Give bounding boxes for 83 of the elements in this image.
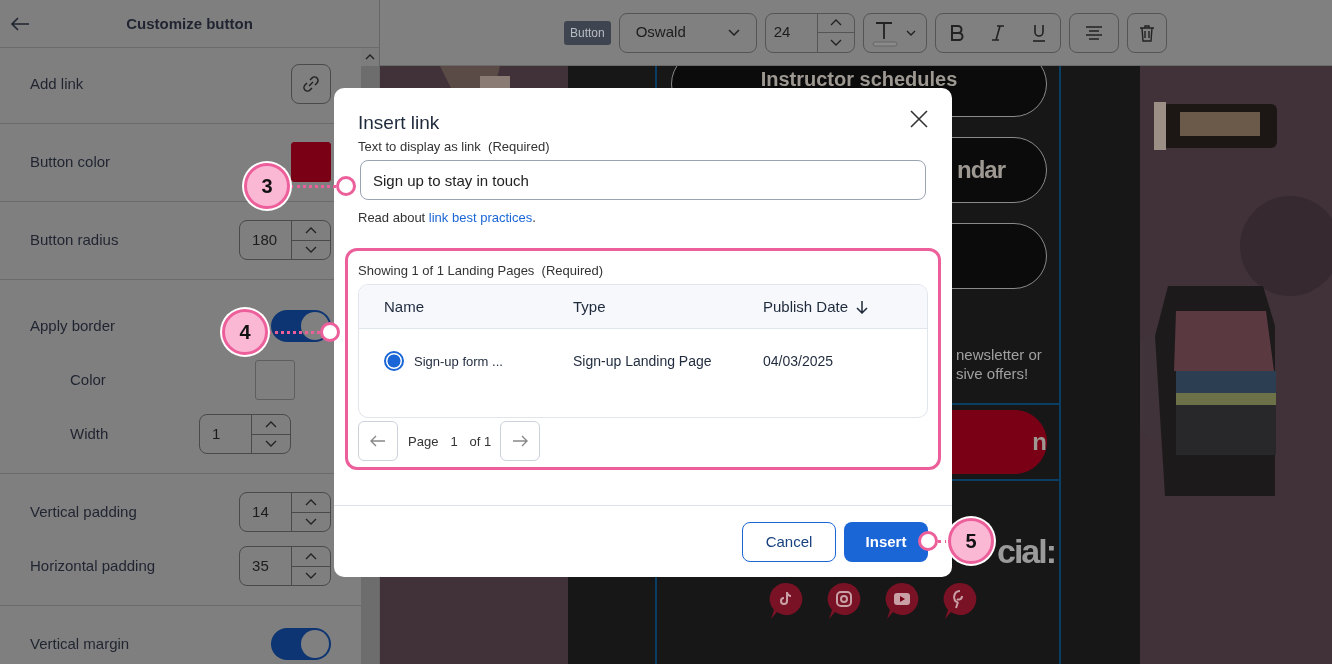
text-color-button[interactable] — [862, 12, 927, 53]
column-header[interactable]: Publish Date — [763, 295, 849, 319]
chevron-up-icon[interactable] — [305, 226, 318, 234]
stepper-value[interactable]: 1 — [200, 415, 253, 453]
setting-label: Apply border — [30, 315, 116, 336]
font-dropdown[interactable]: Oswald — [618, 12, 757, 53]
chevron-down-icon[interactable] — [829, 38, 842, 46]
underline-icon — [1030, 22, 1048, 43]
chevron-down-icon[interactable] — [265, 440, 278, 448]
dialog-title: Insert link — [358, 112, 440, 135]
chevron-up-icon[interactable] — [305, 552, 318, 560]
number-stepper[interactable]: 35 — [239, 546, 332, 586]
color-swatch[interactable] — [291, 142, 332, 182]
page-number[interactable]: 1 — [450, 431, 458, 452]
camera-icon[interactable] — [827, 582, 861, 621]
setting-label: Width — [70, 423, 109, 444]
previous-page-button[interactable] — [358, 421, 398, 462]
table-cell-text: 04/03/2025 — [763, 352, 834, 372]
next-page-button[interactable] — [500, 421, 541, 462]
play-icon[interactable] — [885, 582, 919, 621]
link-button[interactable] — [291, 64, 332, 104]
setting-label: Color — [70, 369, 106, 390]
font-size-stepper[interactable]: 24 — [764, 12, 855, 53]
music-note-icon[interactable] — [769, 582, 803, 621]
caret-icon — [727, 29, 740, 36]
number-stepper[interactable]: 180 — [239, 220, 332, 260]
element-tag: Button — [564, 20, 611, 45]
toggle-switch[interactable] — [271, 310, 332, 342]
chevron-down-icon[interactable] — [305, 518, 318, 526]
scroll-up-icon[interactable] — [365, 54, 375, 60]
arrow-left-icon — [370, 435, 386, 448]
chevron-up-icon[interactable] — [265, 420, 278, 428]
leader-line — [268, 331, 320, 334]
table-cell: Sign-up Landing Page — [573, 353, 712, 370]
email-text: newsletter or sive offers! — [956, 345, 1042, 383]
stepper-value[interactable]: 14 — [240, 493, 293, 531]
close-button[interactable] — [910, 110, 928, 128]
table-caption: Showing 1 of 1 Landing Pages (Required) — [358, 261, 604, 280]
back-arrow-icon[interactable] — [10, 17, 30, 31]
column-header[interactable]: Type — [573, 295, 606, 319]
callout-number: 3 — [244, 163, 290, 209]
callout-number: 4 — [222, 309, 268, 355]
setting-label: Vertical padding — [30, 501, 137, 522]
callout-number: 5 — [948, 518, 994, 564]
leader-line — [938, 540, 948, 543]
color-swatch[interactable] — [255, 360, 296, 400]
number-stepper[interactable]: 1 — [199, 414, 292, 454]
delete-button[interactable] — [1126, 12, 1167, 53]
arrow-right-icon — [512, 435, 529, 448]
panel-title: Customize button — [126, 14, 253, 33]
link-icon — [302, 75, 321, 93]
sort-down-icon[interactable] — [856, 299, 869, 314]
stepper-value[interactable]: 35 — [240, 547, 293, 585]
leader-line — [290, 185, 336, 188]
text-field[interactable]: Sign up to stay in touch — [360, 160, 926, 201]
chevron-down-icon[interactable] — [305, 246, 318, 254]
align-button[interactable] — [1068, 12, 1119, 53]
setting-label: Vertical margin — [30, 633, 130, 654]
field-label: Text to display as link (Required) — [358, 137, 551, 156]
trash-icon — [1138, 23, 1155, 42]
pager-label: Page — [408, 432, 439, 451]
setting-label: Button radius — [30, 229, 119, 250]
chevron-down-icon[interactable] — [305, 572, 318, 580]
insert-button[interactable]: Insert — [844, 522, 928, 562]
email-heading: cial: — [997, 533, 1056, 571]
setting-label: Horizontal padding — [30, 555, 156, 576]
column-header[interactable]: Name — [384, 295, 424, 319]
caret-icon — [905, 29, 916, 36]
align-center-icon — [1084, 25, 1103, 40]
close-icon — [910, 110, 928, 128]
setting-label: Add link — [30, 73, 84, 94]
radio-button[interactable] — [384, 351, 404, 372]
number-stepper[interactable]: 14 — [239, 492, 332, 532]
format-button-group[interactable] — [934, 12, 1061, 53]
chevron-up-icon[interactable] — [305, 498, 318, 506]
cancel-button[interactable]: Cancel — [742, 522, 836, 562]
setting-label: Button color — [30, 151, 111, 172]
toggle-switch[interactable] — [271, 628, 332, 660]
page-count: of 1 — [469, 432, 492, 451]
table-cell-text: Sign-up form ... — [414, 352, 503, 371]
stepper-value[interactable]: 180 — [240, 221, 293, 259]
help-text: Read about link best practices. — [358, 209, 537, 228]
chevron-up-icon[interactable] — [829, 19, 842, 27]
